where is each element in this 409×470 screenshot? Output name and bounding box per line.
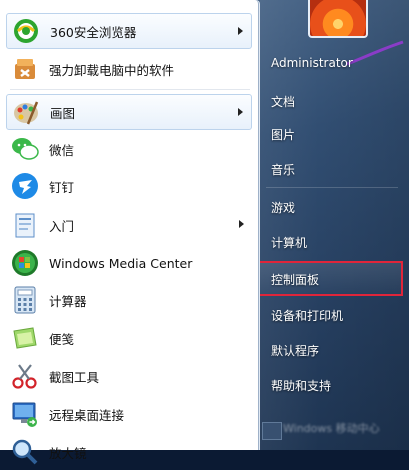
program-item-label: 微信	[49, 142, 75, 158]
program-item-label: 钉钉	[49, 179, 75, 195]
pictures-link[interactable]: 图片	[271, 126, 295, 143]
program-item-snipping-tool[interactable]: 截图工具	[6, 358, 252, 394]
program-item-label: 画图	[50, 105, 76, 121]
bottom-item-icon	[262, 422, 282, 440]
360-browser-icon	[11, 16, 41, 46]
program-item-label: 强力卸载电脑中的软件	[49, 62, 175, 78]
magnifier-icon	[10, 437, 40, 467]
program-item-uninstaller[interactable]: 强力卸载电脑中的软件	[6, 51, 252, 87]
program-item-remote-desktop[interactable]: 远程桌面连接	[6, 396, 252, 432]
sticky-notes-icon	[10, 323, 40, 353]
getting-started-icon	[10, 210, 40, 240]
dingtalk-icon	[10, 171, 40, 201]
control-panel-link[interactable]: 控制面板	[271, 271, 319, 288]
music-link[interactable]: 音乐	[271, 161, 295, 178]
program-item-label: 放大镜	[49, 445, 87, 461]
user-name-link[interactable]: Administrator	[271, 56, 353, 70]
snipping-tool-icon	[10, 361, 40, 391]
help-support-link[interactable]: 帮助和支持	[271, 377, 331, 394]
program-item-magnifier[interactable]: 放大镜	[6, 434, 252, 470]
bottom-blurred-item[interactable]: Windows 移动中心	[283, 420, 403, 442]
submenu-arrow-icon	[238, 27, 243, 35]
program-item-dingtalk[interactable]: 钉钉	[6, 168, 252, 204]
user-avatar-flower[interactable]	[308, 0, 368, 38]
program-item-label: 远程桌面连接	[49, 407, 125, 423]
submenu-arrow-icon	[238, 108, 243, 116]
program-item-calculator[interactable]: 计算器	[6, 282, 252, 318]
right-separator	[266, 187, 398, 188]
program-item-label: 截图工具	[49, 369, 100, 385]
program-item-label: 计算器	[49, 293, 87, 309]
computer-link[interactable]: 计算机	[271, 234, 307, 251]
program-item-wechat[interactable]: 微信	[6, 131, 252, 167]
calculator-icon	[10, 285, 40, 315]
program-item-windows-media-center[interactable]: Windows Media Center	[6, 245, 252, 281]
program-item-label: 入门	[49, 218, 75, 234]
program-item-label: 360安全浏览器	[50, 24, 137, 40]
wechat-icon	[10, 134, 40, 164]
games-link[interactable]: 游戏	[271, 199, 295, 216]
start-menu-program-list: 360安全浏览器 强力卸载电脑中的软件 画图 微信 钉钉 入门 Windows …	[0, 0, 259, 465]
program-item-label: Windows Media Center	[49, 255, 193, 271]
remote-desktop-icon	[10, 399, 40, 429]
submenu-arrow-icon	[239, 220, 244, 228]
program-item-label: 便笺	[49, 331, 75, 347]
program-item-paint[interactable]: 画图	[6, 94, 252, 130]
default-programs-link[interactable]: 默认程序	[271, 342, 319, 359]
program-list-separator	[10, 89, 250, 90]
program-item-sticky-notes[interactable]: 便笺	[6, 320, 252, 356]
documents-link[interactable]: 文档	[271, 93, 295, 110]
windows-media-center-icon	[10, 248, 40, 278]
program-item-getting-started[interactable]: 入门	[6, 207, 252, 243]
devices-printers-link[interactable]: 设备和打印机	[271, 307, 343, 324]
program-item-360-browser[interactable]: 360安全浏览器	[6, 13, 252, 49]
purple-annotation-arrow-icon	[346, 40, 404, 66]
uninstaller-box-icon	[10, 54, 40, 84]
paint-palette-icon	[11, 97, 41, 127]
